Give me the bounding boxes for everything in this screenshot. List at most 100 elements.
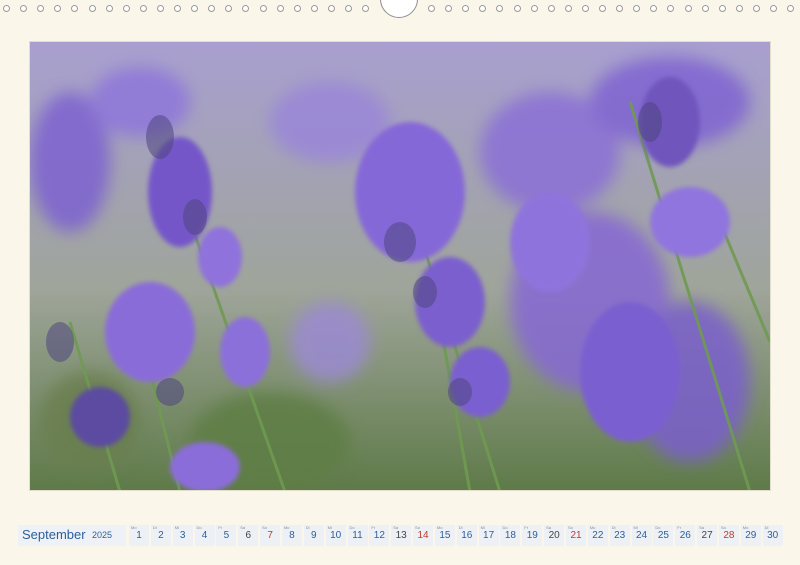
binding-ring [105,5,113,12]
calendar-day: Sa 13 [391,525,412,546]
calendar-day: Mo 8 [281,525,302,546]
binding-ring [684,5,692,12]
binding-ring [37,5,45,12]
calendar-day: Mo 29 [740,525,761,546]
binding-ring [650,5,658,12]
binding-ring [71,5,79,12]
calendar-day: Do 25 [653,525,674,546]
binding-ring [530,5,538,12]
binding-ring [701,5,709,12]
day-number: 25 [657,530,669,541]
day-number: 14 [417,530,429,541]
binding-ring [616,5,624,12]
binding-ring [496,5,504,12]
day-number: 1 [136,530,142,541]
binding-ring [752,5,760,12]
binding-ring [345,5,352,12]
year-label: 2025 [92,530,113,540]
binding-ring [787,5,795,12]
day-number: 30 [767,530,779,541]
binding-ring [20,5,28,12]
day-number: 7 [267,530,273,541]
binding-ring [462,5,470,12]
calendar-day: Di 16 [456,525,477,546]
calendar-day: Di 2 [150,525,171,546]
day-number: 29 [745,530,757,541]
calendar-day: Mo 22 [587,525,608,546]
day-number: 6 [245,530,252,541]
day-number: 9 [311,530,317,541]
calendar-day: Mo 15 [434,525,455,546]
binding-ring [3,5,10,12]
calendar-day: So 7 [260,525,281,546]
binding-ring [156,5,164,12]
binding-ring [174,5,181,12]
day-number: 10 [330,530,342,541]
binding-ring [718,5,726,12]
binding-ring [54,5,62,12]
binding-ring [445,5,453,12]
day-number: 20 [548,530,560,541]
binding-ring [599,5,606,12]
day-number: 13 [395,530,407,541]
binding-ring [547,5,555,12]
binding-ring [310,5,318,12]
calendar-day: So 28 [718,525,739,546]
lavender-illustration [30,42,770,490]
binding-ring [633,5,641,12]
calendar-day: Do 18 [500,525,521,546]
calendar-day: Di 23 [609,525,630,546]
calendar-day: Fr 26 [675,525,696,546]
calendar-day: Di 30 [762,525,783,546]
calendar-day: Sa 20 [544,525,565,546]
binding-ring [735,5,743,12]
day-number: 2 [158,530,164,541]
binding-ring [122,5,130,12]
day-number: 17 [483,530,495,541]
day-number: 11 [352,530,363,541]
calendar-day: Sa 6 [238,525,259,546]
calendar-day: Mi 3 [172,525,193,546]
day-number: 8 [289,530,295,541]
binding-ring [259,5,267,12]
binding-ring [276,5,284,12]
lavender-photo [29,41,771,491]
calendar-day: So 14 [413,525,434,546]
day-number: 26 [679,530,691,541]
binding-ring [293,5,301,12]
day-number: 16 [461,530,473,541]
binding-ring [667,5,675,12]
spiral-binding [0,0,800,22]
calendar-day: Fr 5 [216,525,237,546]
day-number: 5 [223,530,230,541]
day-number: 21 [570,530,582,541]
binding-ring [191,5,199,12]
binding-ring [208,5,216,12]
day-number: 27 [701,530,713,541]
calendar-day: Mi 10 [325,525,346,546]
calendar-day: Mi 24 [631,525,652,546]
binding-ring [564,5,572,12]
day-number: 22 [592,530,604,541]
calendar-day: Sa 27 [697,525,718,546]
calendar-day: Mi 17 [478,525,499,546]
calendar-day: Do 4 [194,525,215,546]
calendar-day: Mo 1 [129,525,149,546]
day-number: 12 [373,530,385,541]
binding-ring [513,5,521,12]
binding-ring [362,5,370,12]
calendar-day: Fr 12 [369,525,390,546]
binding-ring [581,5,589,12]
binding-ring [479,5,487,12]
binding-ring [88,5,96,12]
binding-ring [428,5,435,12]
binding-ring [242,5,250,12]
calendar-day: Fr 19 [522,525,543,546]
day-number: 24 [635,530,648,541]
binding-ring [770,5,777,12]
binding-ring [139,5,147,12]
calendar-strip: September 2025 Mo 1 Di 2 Mi 3 Do 4 Fr 5 Sa 6 So 7 Mo 8 D… [18,525,783,546]
day-number: 23 [614,530,626,541]
day-number: 18 [504,530,516,541]
calendar-day: Di 9 [303,525,324,546]
